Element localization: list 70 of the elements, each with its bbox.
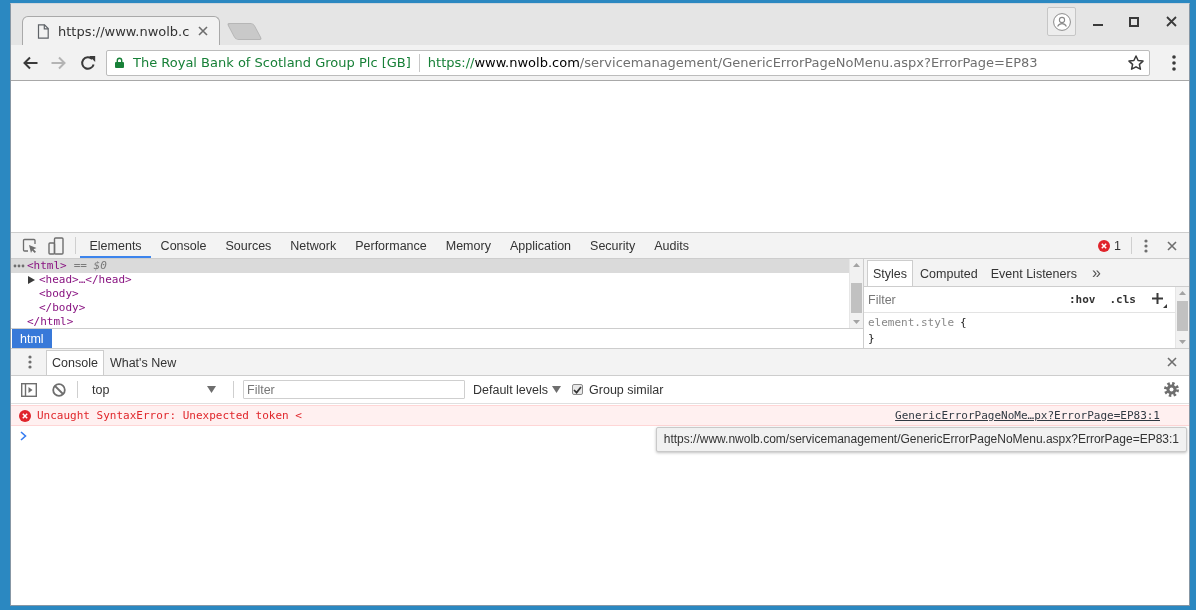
- caret-icon: [207, 386, 216, 393]
- dom-node[interactable]: <head>…</head>: [11, 273, 849, 287]
- close-icon[interactable]: [198, 26, 209, 36]
- menu-icon[interactable]: [1144, 238, 1148, 253]
- sidebar-icon[interactable]: [21, 382, 37, 397]
- device-icon[interactable]: [48, 236, 64, 255]
- avatar-icon: [1052, 12, 1071, 31]
- prohibit-icon[interactable]: [52, 382, 66, 397]
- filter-field[interactable]: Filter: [243, 380, 465, 399]
- close-icon[interactable]: [1167, 240, 1177, 251]
- profile-button[interactable]: [1047, 7, 1076, 36]
- page-icon: [37, 23, 49, 39]
- minimize-icon[interactable]: [1093, 23, 1103, 26]
- panel-tab[interactable]: Sources: [216, 233, 281, 258]
- ellipsis-icon: [13, 264, 25, 268]
- sidebar-tab[interactable]: Computed: [914, 260, 984, 286]
- menu-icon[interactable]: [1172, 54, 1176, 71]
- sidebar-tab[interactable]: Event Listeners: [984, 260, 1083, 286]
- panel-tab[interactable]: Application: [500, 233, 581, 258]
- scrollbar-thumb[interactable]: [1177, 301, 1188, 331]
- toggle-button[interactable]: :hov: [1064, 293, 1101, 306]
- settings-icon[interactable]: [1164, 382, 1179, 397]
- error-counter[interactable]: 1: [1098, 233, 1121, 258]
- sidebar-tab[interactable]: Styles: [867, 260, 914, 286]
- scrollbar[interactable]: [849, 259, 863, 328]
- maximize-icon[interactable]: [1129, 16, 1139, 27]
- dom-closing-tag[interactable]: </body>: [11, 301, 849, 315]
- panel-tab[interactable]: Performance: [345, 233, 437, 258]
- css-rule-close: }: [868, 331, 876, 347]
- lock-icon: [115, 57, 124, 68]
- panel-tab[interactable]: Console: [151, 233, 216, 258]
- dom-node[interactable]: <html> == $0: [11, 259, 849, 273]
- css-rule-header[interactable]: element.style {: [868, 315, 1171, 331]
- back-arrow-icon[interactable]: [22, 55, 38, 70]
- checkbox-label[interactable]: Group similar: [589, 382, 664, 397]
- panel-tab[interactable]: Security: [580, 233, 645, 258]
- prompt-icon: [20, 431, 27, 441]
- panel-tab[interactable]: Network: [280, 233, 346, 258]
- caret-icon: [552, 386, 562, 393]
- tooltip: https://www.nwolb.com/servicemanagement/GenericErrorPageNoMenu.aspx?ErrorPage=EP83:1: [655, 427, 1187, 452]
- scrollbar-thumb[interactable]: [851, 283, 862, 313]
- star-icon[interactable]: [1128, 55, 1144, 70]
- tick-icon: [573, 385, 583, 394]
- toggle-button[interactable]: .cls: [1104, 293, 1141, 306]
- panel-tab[interactable]: Memory: [436, 233, 501, 258]
- more-tabs-button[interactable]: »: [1083, 260, 1109, 286]
- checkbox[interactable]: [572, 384, 584, 395]
- browser-tab[interactable]: https://www.nwolb.c: [22, 16, 220, 45]
- drawer-tab[interactable]: Console: [46, 350, 104, 375]
- close-icon[interactable]: [1167, 357, 1177, 367]
- breadcrumb[interactable]: html: [12, 329, 52, 348]
- levels-dropdown[interactable]: Default levels: [473, 382, 562, 397]
- close-icon[interactable]: [1166, 16, 1177, 27]
- source-link[interactable]: GenericErrorPageNoMe…px?ErrorPage=EP83:1: [895, 409, 1160, 422]
- context-dropdown[interactable]: top: [88, 379, 222, 400]
- message-text: Uncaught SyntaxError: Unexpected token <: [37, 409, 302, 422]
- panel-tab[interactable]: Audits: [644, 233, 699, 258]
- inspect-icon[interactable]: [22, 237, 38, 254]
- reload-icon[interactable]: [80, 54, 96, 71]
- dom-closing-tag[interactable]: </html>: [11, 315, 849, 329]
- scrollbar[interactable]: [1175, 287, 1189, 348]
- expand-arrow-icon[interactable]: [28, 276, 35, 284]
- error-icon: [1098, 239, 1111, 252]
- error-icon: [19, 409, 31, 422]
- filter-field[interactable]: Filter: [868, 292, 1064, 307]
- drawer-tab[interactable]: What's New: [103, 350, 183, 375]
- address-bar[interactable]: The Royal Bank of Scotland Group Plc [GB] https://www.nwolb.com/servicemanagement/GenericErrorPageNoMenu.aspx?ErrorPage=EP83: [106, 49, 1150, 76]
- plus-icon[interactable]: [1151, 291, 1167, 308]
- menu-icon[interactable]: [28, 355, 32, 369]
- dom-node[interactable]: <body>: [11, 287, 849, 301]
